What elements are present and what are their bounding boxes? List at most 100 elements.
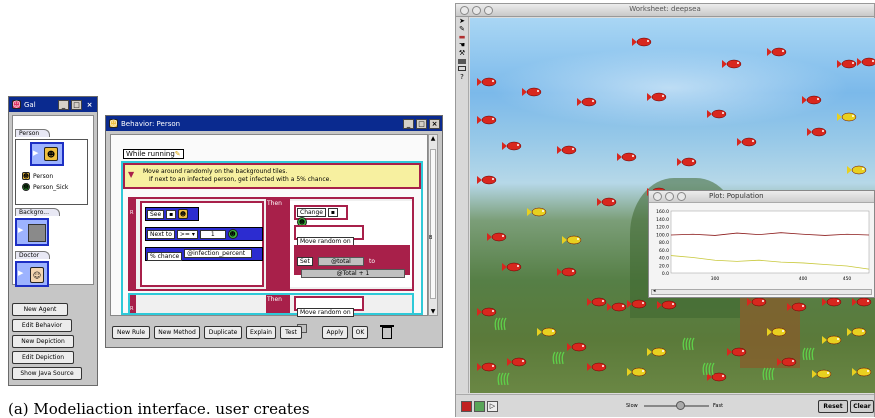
- behavior-maximize-button[interactable]: □: [416, 118, 427, 129]
- fish-sprite[interactable]: [537, 327, 557, 337]
- fish-sprite[interactable]: [577, 97, 597, 107]
- behavior-minimize-button[interactable]: _: [403, 118, 414, 129]
- apply-button[interactable]: Apply: [322, 326, 348, 339]
- agent-tab-person[interactable]: Person: [15, 129, 51, 137]
- fish-sprite[interactable]: [527, 207, 547, 217]
- see-depiction-icon[interactable]: ☻: [178, 209, 189, 219]
- fish-sprite[interactable]: [617, 152, 637, 162]
- empty-rect-tool-icon[interactable]: [458, 66, 466, 71]
- hand-tool-icon[interactable]: ☚: [456, 41, 468, 49]
- plot-scroll-left-icon[interactable]: ◂: [653, 288, 656, 294]
- explain-button[interactable]: Explain: [246, 326, 276, 339]
- person-depiction[interactable]: ▶ ☻: [30, 142, 64, 166]
- fish-sprite[interactable]: [837, 112, 857, 122]
- fish-sprite[interactable]: [627, 367, 647, 377]
- agent-person[interactable]: Person ▶ ☻ ☻ Person ☻ Person_Sick: [15, 120, 88, 205]
- rule-2[interactable]: R Then Move random on: [128, 293, 414, 333]
- fish-sprite[interactable]: [607, 302, 627, 312]
- speed-slider-thumb[interactable]: [675, 401, 685, 410]
- fish-sprite[interactable]: [557, 267, 577, 277]
- fish-sprite[interactable]: [822, 335, 842, 345]
- set-variable[interactable]: @total: [317, 257, 364, 266]
- fish-sprite[interactable]: [522, 87, 542, 97]
- depiction-item-person[interactable]: Person: [33, 173, 53, 180]
- fish-sprite[interactable]: [777, 357, 797, 367]
- collapse-triangle-icon[interactable]: ▼: [128, 170, 134, 179]
- fish-sprite[interactable]: [567, 342, 587, 352]
- fish-sprite[interactable]: [477, 362, 497, 372]
- fish-sprite[interactable]: [502, 262, 522, 272]
- help-tool-icon[interactable]: ?: [456, 73, 468, 81]
- duplicate-button[interactable]: Duplicate: [204, 326, 242, 339]
- depiction-item-person-sick[interactable]: Person_Sick: [33, 184, 68, 191]
- agent-tab-doctor[interactable]: Doctor: [15, 251, 51, 259]
- clear-button[interactable]: Clear: [850, 400, 874, 413]
- new-method-button[interactable]: New Method: [154, 326, 200, 339]
- behavior-editor[interactable]: While running✎ ▼ Move around randomly on…: [110, 134, 428, 333]
- worksheet-titlebar[interactable]: Worksheet: deepsea: [456, 4, 874, 17]
- eraser-tool-icon[interactable]: ▬: [456, 33, 468, 41]
- fish-sprite[interactable]: [747, 297, 767, 307]
- fish-sprite[interactable]: [507, 357, 527, 367]
- fish-sprite[interactable]: [627, 299, 647, 309]
- change-action[interactable]: Change ▪ ☻: [294, 205, 348, 227]
- next-to-condition[interactable]: Next to >= ▾ 1 ☻: [145, 227, 263, 241]
- arrow-tool-icon[interactable]: ➤: [456, 17, 468, 25]
- behavior-scrollbar[interactable]: ▲ ▼ B: [428, 134, 438, 316]
- fish-sprite[interactable]: [847, 327, 867, 337]
- maximize-button[interactable]: □: [71, 99, 82, 110]
- test-button[interactable]: Test: [280, 326, 302, 339]
- close-button[interactable]: ×: [84, 99, 95, 110]
- direction-selector[interactable]: ▪: [166, 209, 177, 219]
- scroll-up-icon[interactable]: ▲: [429, 135, 437, 142]
- chance-condition[interactable]: % chance @infection_percent: [145, 247, 263, 261]
- plot-close-dot[interactable]: [653, 192, 662, 201]
- fish-sprite[interactable]: [477, 115, 497, 125]
- sick-depiction-icon[interactable]: ☻: [227, 229, 238, 239]
- fish-sprite[interactable]: [677, 157, 697, 167]
- edit-depiction-button[interactable]: Edit Depiction: [12, 351, 74, 364]
- fish-sprite[interactable]: [837, 59, 857, 69]
- rule-1-handle[interactable]: R: [130, 199, 136, 289]
- plot-scrollbar[interactable]: ◂: [651, 288, 872, 295]
- doctor-depiction[interactable]: ▶ ☺: [15, 261, 49, 287]
- change-direction[interactable]: ▪: [327, 208, 338, 217]
- fish-sprite[interactable]: [477, 175, 497, 185]
- set-expression[interactable]: @Total + 1: [301, 269, 405, 278]
- scroll-thumb[interactable]: [430, 149, 436, 299]
- fish-sprite[interactable]: [587, 362, 607, 372]
- fish-sprite[interactable]: [857, 57, 875, 67]
- reset-button[interactable]: Reset: [818, 400, 848, 413]
- fish-sprite[interactable]: [707, 109, 727, 119]
- next-to-value[interactable]: 1: [199, 229, 226, 239]
- fish-sprite[interactable]: [632, 37, 652, 47]
- fish-sprite[interactable]: [807, 127, 827, 137]
- show-java-source-button[interactable]: Show Java Source: [12, 367, 82, 380]
- stop-button[interactable]: [461, 401, 472, 412]
- new-depiction-button[interactable]: New Depiction: [12, 335, 74, 348]
- fish-sprite[interactable]: [647, 347, 667, 357]
- ok-button[interactable]: OK: [352, 326, 368, 339]
- fish-sprite[interactable]: [727, 347, 747, 357]
- agent-tab-background[interactable]: Backgro...: [15, 208, 60, 216]
- fish-sprite[interactable]: [722, 59, 742, 69]
- rule-2-handle[interactable]: R: [130, 295, 136, 313]
- fish-sprite[interactable]: [477, 307, 497, 317]
- plot-minimize-dot[interactable]: [665, 192, 674, 201]
- agent-doctor[interactable]: Doctor ▶ ☺: [15, 242, 51, 287]
- fish-sprite[interactable]: [852, 367, 872, 377]
- fish-sprite[interactable]: [502, 141, 522, 151]
- fish-sprite[interactable]: [767, 327, 787, 337]
- fish-sprite[interactable]: [477, 77, 497, 87]
- behavior-titlebar[interactable]: ☺ Behavior: Person _ □ ×: [106, 116, 442, 131]
- fish-sprite[interactable]: [587, 297, 607, 307]
- fish-sprite[interactable]: [802, 95, 822, 105]
- fish-sprite[interactable]: [822, 297, 842, 307]
- run-button[interactable]: [474, 401, 485, 412]
- method-comment[interactable]: ▼ Move around randomly on the background…: [123, 163, 421, 189]
- fish-sprite[interactable]: [812, 369, 832, 379]
- fish-sprite[interactable]: [562, 235, 582, 245]
- chance-variable[interactable]: @infection_percent: [184, 249, 253, 258]
- fish-sprite[interactable]: [557, 145, 577, 155]
- fish-sprite[interactable]: [647, 92, 667, 102]
